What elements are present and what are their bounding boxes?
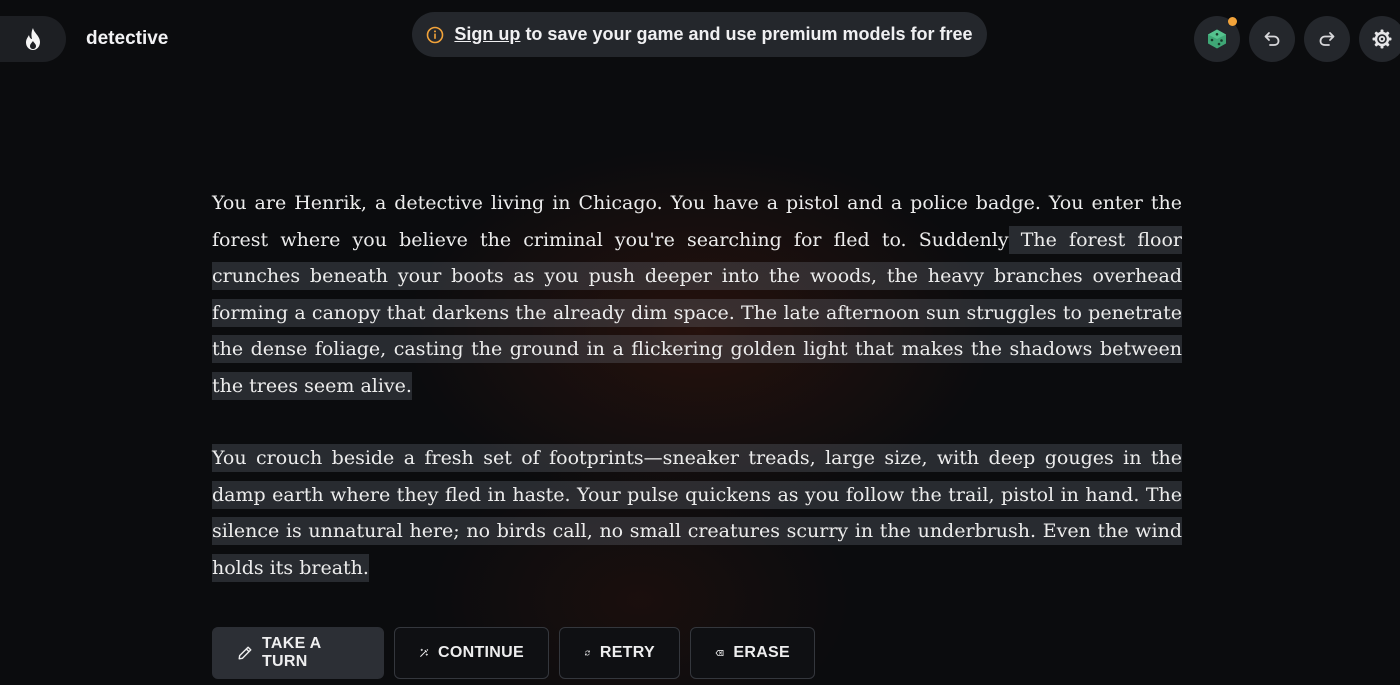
- erase-label: ERASE: [733, 644, 790, 661]
- model-dice-button[interactable]: [1194, 16, 1240, 62]
- redo-button[interactable]: [1304, 16, 1350, 62]
- retry-icon: [585, 650, 590, 656]
- story-continuation: The forest floor crunches beneath your b…: [212, 225, 1182, 400]
- story-text: You are Henrik, a detective living in Ch…: [212, 185, 1182, 586]
- signup-banner: Sign up to save your game and use premiu…: [412, 12, 987, 57]
- notification-dot: [1228, 17, 1237, 26]
- signup-link[interactable]: Sign up: [454, 24, 520, 44]
- gear-icon: [1372, 29, 1392, 49]
- flame-icon: [26, 28, 40, 50]
- redo-icon: [1319, 32, 1335, 46]
- story-continuation: You crouch beside a fresh set of footpri…: [212, 444, 1182, 582]
- backspace-icon: [715, 649, 724, 657]
- take-a-turn-label: TAKE A TURN: [261, 635, 321, 670]
- story-paragraph: You are Henrik, a detective living in Ch…: [212, 185, 1182, 404]
- info-icon: [427, 26, 444, 43]
- erase-button[interactable]: ERASE: [690, 627, 815, 679]
- retry-button[interactable]: RETRY: [559, 627, 680, 679]
- story-paragraph: You crouch beside a fresh set of footpri…: [212, 440, 1182, 586]
- pencil-icon: [238, 646, 252, 660]
- continue-button[interactable]: CONTINUE: [394, 627, 549, 679]
- retry-label: RETRY: [599, 644, 655, 661]
- signup-banner-text: to save your game and use premium models…: [525, 24, 973, 44]
- game-title: detective: [86, 28, 169, 49]
- undo-icon: [1264, 32, 1280, 46]
- magic-wand-icon: [420, 648, 429, 657]
- dice-icon: [1208, 29, 1226, 49]
- undo-button[interactable]: [1249, 16, 1295, 62]
- settings-button[interactable]: [1359, 16, 1400, 62]
- home-logo-button[interactable]: [0, 16, 66, 62]
- action-bar: TAKE A TURN CONTINUE RETRY ERASE: [212, 627, 815, 679]
- continue-label: CONTINUE: [438, 644, 524, 661]
- take-a-turn-button[interactable]: TAKE A TURN: [212, 627, 384, 679]
